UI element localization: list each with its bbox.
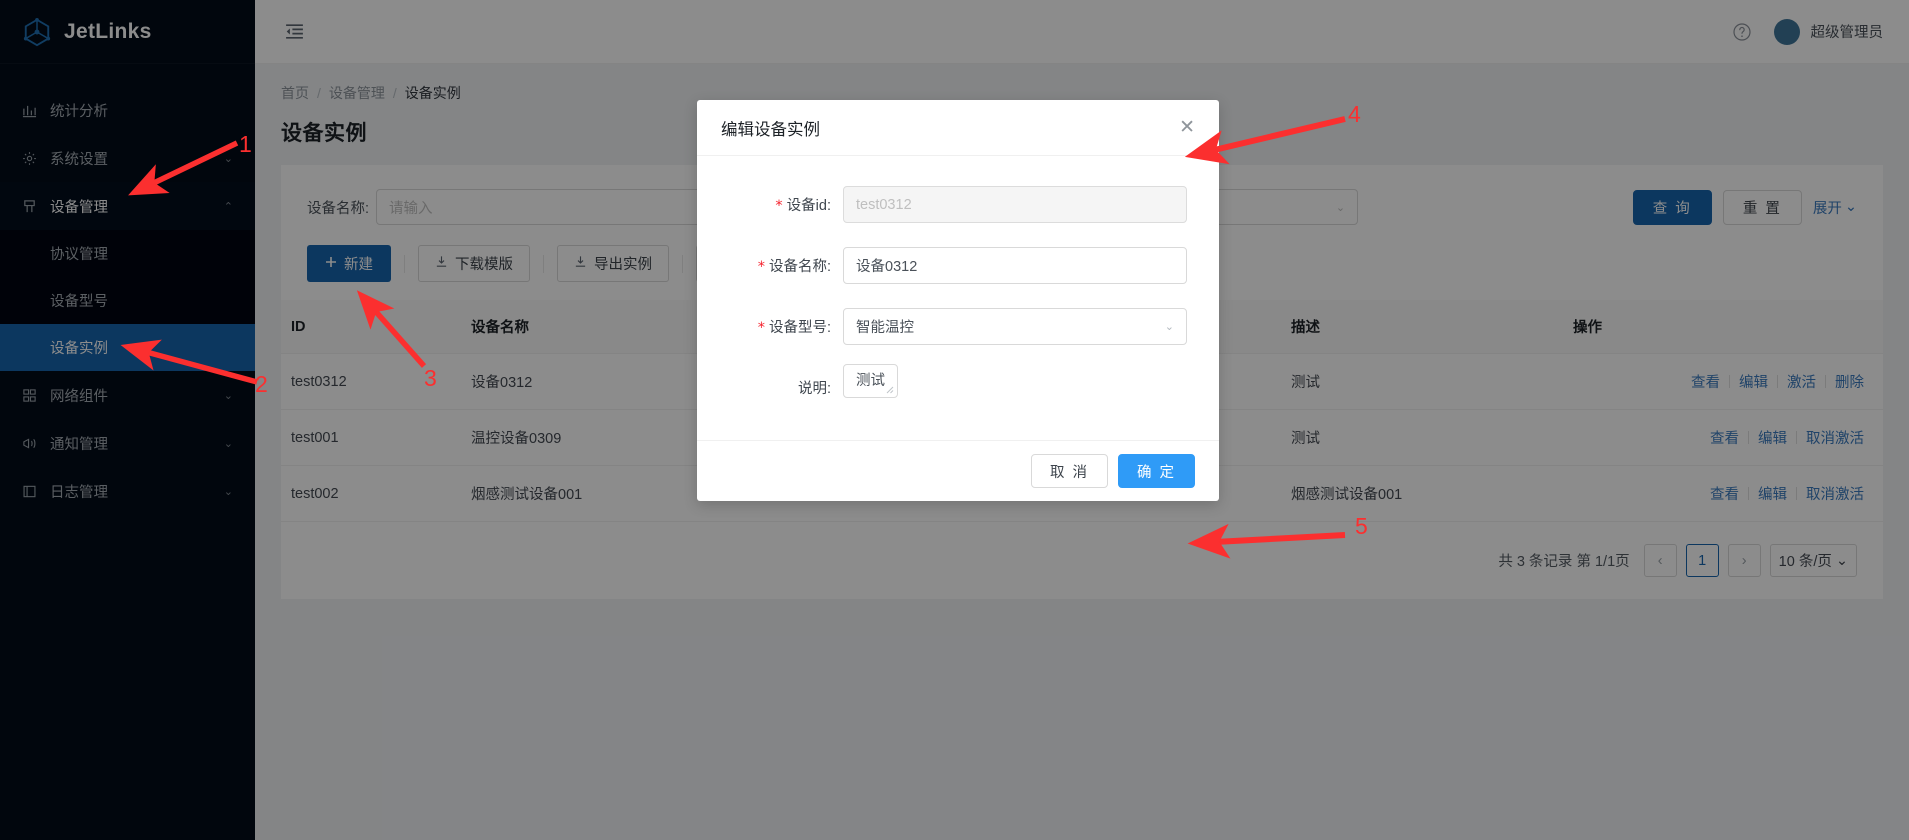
description-textarea[interactable]: 测试 [843, 364, 898, 398]
label-device-id: * 设备id: [709, 186, 831, 215]
modal-header: 编辑设备实例 ✕ [697, 100, 1219, 156]
label-device-model-text: 设备型号: [769, 320, 831, 336]
form-row-description: 说明: 测试 [709, 369, 1187, 398]
resize-handle-icon[interactable] [885, 385, 895, 395]
device-model-select[interactable]: 智能温控 ⌄ [843, 308, 1187, 345]
label-device-id-text: 设备id: [787, 198, 831, 214]
required-mark: * [758, 259, 765, 275]
modal-footer: 取 消 确 定 [697, 440, 1219, 501]
modal-ok-button[interactable]: 确 定 [1118, 454, 1195, 488]
device-name-input[interactable]: 设备0312 [843, 247, 1187, 284]
chevron-down-icon: ⌄ [1165, 320, 1174, 333]
app-root: JetLinks 统计分析 系统设置 [0, 0, 1909, 840]
close-icon[interactable]: ✕ [1179, 118, 1195, 137]
description-value: 测试 [856, 373, 885, 389]
form-row-device-id: * 设备id: test0312 [709, 186, 1187, 223]
modal-dialog: 编辑设备实例 ✕ *设备id: test0312 *设备名称: 设备0312 [697, 100, 1219, 501]
modal-title: 编辑设备实例 [721, 116, 820, 140]
device-model-value: 智能温控 [856, 316, 914, 337]
label-description: 说明: [709, 369, 831, 398]
modal-body: *设备id: test0312 *设备名称: 设备0312 *设备型号: [697, 156, 1219, 440]
form-row-device-name: *设备名称: 设备0312 [709, 247, 1187, 284]
label-device-name: *设备名称: [709, 247, 831, 276]
label-device-model: *设备型号: [709, 308, 831, 337]
modal-cancel-button[interactable]: 取 消 [1031, 454, 1108, 488]
required-mark: * [758, 320, 765, 336]
form-row-device-model: *设备型号: 智能温控 ⌄ [709, 308, 1187, 345]
required-mark: * [775, 198, 782, 214]
device-id-input[interactable]: test0312 [843, 186, 1187, 223]
label-device-name-text: 设备名称: [769, 259, 831, 275]
